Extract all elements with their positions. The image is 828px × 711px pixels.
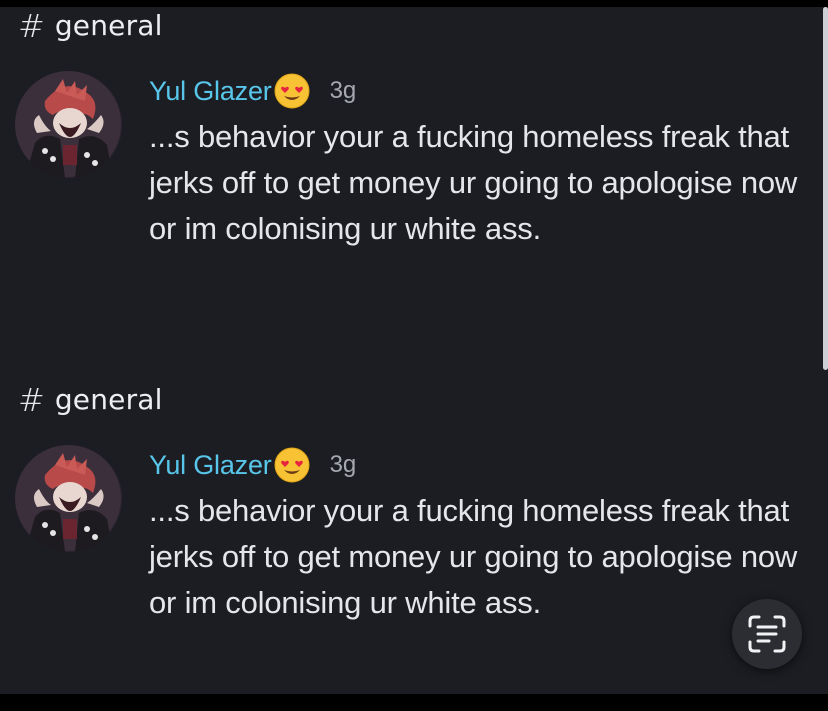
channel-name: general (54, 9, 163, 42)
message-text: ...s behavior your a fucking homeless fr… (149, 493, 798, 620)
message-text: ...s behavior your a fucking homeless fr… (149, 119, 798, 246)
channel-hash-icon: # (18, 7, 45, 45)
avatar-image (15, 445, 122, 552)
message-meta: Yul Glazer 3g (149, 445, 799, 485)
channel-name: general (54, 383, 163, 416)
message-body: Yul Glazer 3g ...s behavior your a fucki… (149, 445, 799, 626)
heart-eyes-emoji-icon (274, 447, 310, 483)
message-body: Yul Glazer 3g ...s behavior your a fucki… (149, 71, 799, 252)
avatar[interactable] (15, 445, 122, 552)
scrollbar[interactable] (823, 7, 828, 370)
author-name[interactable]: Yul Glazer (149, 450, 272, 481)
text-scan-icon (748, 615, 786, 653)
avatar[interactable] (15, 71, 122, 178)
author-name[interactable]: Yul Glazer (149, 76, 272, 107)
text-scan-button[interactable] (732, 599, 802, 669)
heart-eyes-emoji-icon (274, 73, 310, 109)
message-timestamp: 3g (329, 77, 357, 104)
channel-header[interactable]: # general (18, 383, 163, 416)
channel-hash-icon: # (18, 380, 45, 419)
search-results-panel: # general Yul Glazer 3g ...s behavior yo… (0, 7, 828, 694)
channel-header[interactable]: # general (18, 9, 163, 42)
message-timestamp: 3g (329, 451, 357, 478)
avatar-image (15, 71, 122, 178)
message-meta: Yul Glazer 3g (149, 71, 799, 111)
